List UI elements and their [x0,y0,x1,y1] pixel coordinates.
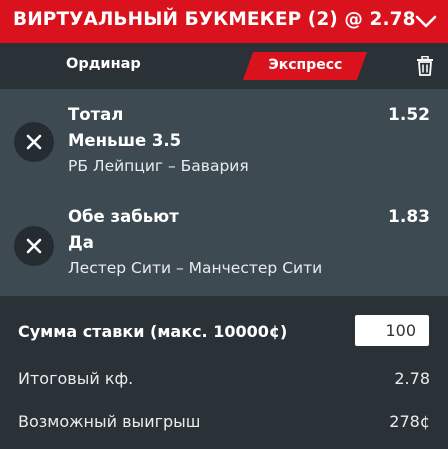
trash-icon[interactable] [416,55,434,76]
tab-single[interactable]: Ординар [66,56,141,72]
selection-list: Тотал Меньше 3.5 РБ Лейпциг – Бавария 1.… [0,89,448,296]
selection-odds: 1.83 [388,207,430,227]
selection-item: Тотал Меньше 3.5 РБ Лейпциг – Бавария 1.… [0,101,448,197]
selection-outcome: Да [68,233,94,252]
betslip-panel: ВИРТУАЛЬНЫЙ БУКМЕКЕР (2) @ 2.78 Ординар … [0,0,448,449]
potential-win-label: Возможный выигрыш [18,412,201,431]
betslip-header[interactable]: ВИРТУАЛЬНЫЙ БУКМЕКЕР (2) @ 2.78 [0,0,448,43]
selection-outcome: Меньше 3.5 [68,131,182,150]
stake-input[interactable] [355,315,429,346]
selection-market: Обе забьют [68,207,179,226]
selection-market: Тотал [68,105,124,124]
chevron-down-icon[interactable] [413,10,439,32]
tab-express[interactable]: Экспресс [242,52,368,80]
close-icon[interactable] [14,122,54,162]
selection-odds: 1.52 [388,105,430,125]
close-icon[interactable] [14,226,54,266]
stake-label: Сумма ставки (макс. 10000¢) [18,322,288,341]
potential-win-value: 278¢ [389,412,430,431]
total-odds-label: Итоговый кф. [18,369,134,388]
betslip-title: ВИРТУАЛЬНЫЙ БУКМЕКЕР (2) @ 2.78 [13,9,416,30]
selection-item: Обе забьют Да Лестер Сити – Манчестер Си… [0,203,448,299]
stake-summary: Сумма ставки (макс. 10000¢) Итоговый кф.… [0,296,448,449]
tab-express-label: Экспресс [268,57,343,73]
bet-type-tabs: Ординар Экспресс [0,43,448,89]
selection-match: РБ Лейпциг – Бавария [68,157,249,175]
total-odds-value: 2.78 [394,369,430,388]
selection-match: Лестер Сити – Манчестер Сити [68,259,323,277]
